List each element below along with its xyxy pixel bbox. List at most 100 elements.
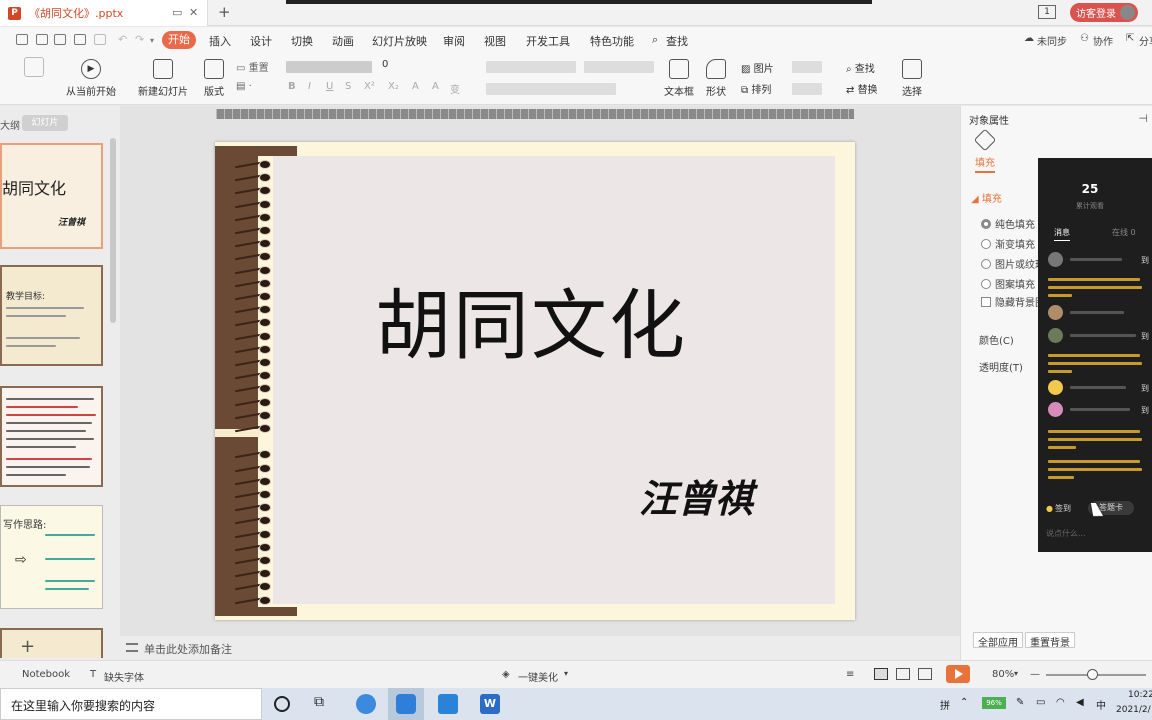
tray-up-icon[interactable]: ⌃ <box>960 697 968 708</box>
network-icon[interactable]: ▭ <box>1036 697 1045 708</box>
zoom-slider-handle[interactable] <box>1087 669 1098 680</box>
undo-icon[interactable]: ↶ <box>118 33 127 46</box>
task-view-icon[interactable]: ⧉ <box>314 694 334 714</box>
replace-button[interactable]: ⇄ 替换 <box>846 81 878 96</box>
slide-thumbnail-1[interactable]: 胡同文化 汪曾祺 <box>0 143 103 249</box>
apply-all-button[interactable]: 全部应用 <box>973 632 1023 649</box>
new-slide-button[interactable]: 新建幻灯片 <box>138 59 188 98</box>
zoom-level[interactable]: 80% <box>992 669 1014 680</box>
paragraph-align-group[interactable] <box>486 83 616 95</box>
strikethrough-icon[interactable]: S <box>345 81 351 92</box>
tab-slides[interactable]: 幻灯片 <box>22 115 68 131</box>
export-icon[interactable] <box>94 34 106 45</box>
guest-login-button[interactable]: 访客登录 <box>1070 3 1138 22</box>
redo-icon[interactable]: ↷ <box>135 33 144 46</box>
font-color-icon[interactable]: A <box>412 81 419 92</box>
notes-placeholder[interactable]: 单击此处添加备注 <box>144 641 232 657</box>
tab-features[interactable]: 特色功能 <box>590 33 634 49</box>
notebook-button[interactable]: Notebook <box>22 669 70 680</box>
reading-view-icon[interactable] <box>918 668 932 680</box>
chevron-down-icon[interactable]: ▾ <box>150 36 154 45</box>
tab-design[interactable]: 设计 <box>250 33 272 49</box>
taskbar-active-app[interactable] <box>388 688 424 720</box>
paste-button[interactable] <box>24 57 44 77</box>
font-family-select[interactable] <box>286 61 372 73</box>
tab-restore-icon[interactable]: ▭ <box>172 6 182 19</box>
outline-dropdown[interactable] <box>792 83 822 95</box>
tab-outline[interactable]: 大纲 <box>0 117 20 132</box>
clock-time[interactable]: 10:22 <box>1128 690 1152 700</box>
picture-button[interactable]: ▨ 图片 <box>741 60 774 75</box>
print-preview-icon[interactable] <box>74 34 86 45</box>
battery-indicator[interactable]: 96% <box>982 697 1006 709</box>
bold-icon[interactable]: B <box>288 81 296 92</box>
ime-indicator[interactable]: 拼 <box>940 697 950 712</box>
tab-close-icon[interactable]: ✕ <box>189 6 198 19</box>
underline-icon[interactable]: U <box>326 81 333 92</box>
gradient-fill-radio[interactable]: 渐变填充 <box>981 236 1035 251</box>
chevron-down-icon[interactable]: ▾ <box>564 669 568 678</box>
current-slide[interactable]: 胡同文化 汪曾祺 <box>215 142 855 620</box>
fill-bucket-icon[interactable] <box>973 128 997 152</box>
tab-online[interactable]: 在线 0 <box>1112 227 1136 238</box>
collaborate-button[interactable]: 协作 <box>1093 33 1113 48</box>
italic-icon[interactable]: I <box>308 81 311 92</box>
add-slide-icon[interactable]: + <box>20 636 35 657</box>
arrange-button[interactable]: ⧉ 排列 <box>741 81 771 96</box>
shape-button[interactable]: 形状 <box>706 59 726 98</box>
find-button[interactable]: ⌕ 查找 <box>846 60 875 75</box>
textbox-button[interactable]: 文本框 <box>664 59 694 98</box>
pen-icon[interactable]: ✎ <box>1016 697 1024 708</box>
pattern-fill-radio[interactable]: 图案填充 <box>981 276 1035 291</box>
cortana-icon[interactable] <box>274 696 290 712</box>
search-icon[interactable]: ⌕ <box>652 33 658 47</box>
tab-developer[interactable]: 开发工具 <box>526 33 570 49</box>
slideshow-play-button[interactable] <box>946 665 970 683</box>
highlight-icon[interactable]: A <box>432 81 439 92</box>
chevron-down-icon[interactable]: ▾ <box>1014 669 1018 678</box>
zoom-out-icon[interactable]: — <box>1030 669 1040 680</box>
slide-thumbnail-4[interactable]: 写作思路: ⇨ <box>0 505 103 609</box>
tab-home[interactable]: 开始 <box>162 31 196 49</box>
missing-font-button[interactable]: 缺失字体 <box>104 669 144 684</box>
solid-fill-radio[interactable]: 纯色填充 <box>981 216 1035 231</box>
slide-thumbnail-5[interactable] <box>0 628 103 658</box>
sync-status[interactable]: 未同步 <box>1037 33 1067 48</box>
clock-date[interactable]: 2021/2/ <box>1116 705 1151 715</box>
tab-review[interactable]: 审阅 <box>443 33 465 49</box>
pin-icon[interactable]: ⊣ <box>1138 112 1148 125</box>
sign-in-button[interactable]: ● 签到 <box>1046 503 1071 514</box>
select-button[interactable]: 选择 <box>902 59 922 98</box>
share-button[interactable]: 分享 <box>1139 33 1152 48</box>
superscript-icon[interactable]: X² <box>364 81 375 92</box>
new-tab-icon[interactable]: + <box>218 3 231 21</box>
ime-lang[interactable]: 中 <box>1096 697 1106 712</box>
slide-author[interactable]: 汪曾祺 <box>639 468 753 523</box>
tab-view[interactable]: 视图 <box>484 33 506 49</box>
subscript-icon[interactable]: X₂ <box>388 81 399 92</box>
slide-thumbnail-2[interactable]: 教学目标: <box>0 265 103 366</box>
calendar-app-icon[interactable] <box>438 694 458 714</box>
slide-thumbnail-3[interactable] <box>0 386 103 487</box>
indent-group[interactable] <box>584 61 654 73</box>
tab-transitions[interactable]: 切换 <box>291 33 313 49</box>
volume-icon[interactable]: ◀ <box>1076 697 1084 708</box>
reset-background-button[interactable]: 重置背景 <box>1025 632 1075 649</box>
font-size-select[interactable]: 0 <box>382 59 388 70</box>
word-app-icon[interactable]: W <box>480 694 500 714</box>
menu-search[interactable]: 查找 <box>666 33 688 49</box>
window-count-badge[interactable]: 1 <box>1038 5 1056 19</box>
normal-view-icon[interactable] <box>874 668 888 680</box>
tab-insert[interactable]: 插入 <box>209 33 231 49</box>
beautify-button[interactable]: 一键美化 <box>518 669 558 684</box>
list-format-group[interactable] <box>486 61 576 73</box>
layout-button[interactable]: 版式 <box>204 59 224 98</box>
tab-slideshow[interactable]: 幻灯片放映 <box>372 33 427 49</box>
fill-dropdown[interactable] <box>792 61 822 73</box>
document-tab[interactable]: P 《胡同文化》.pptx ▭ ✕ <box>0 0 208 26</box>
fill-section-header[interactable]: ◢ 填充 <box>971 190 1002 205</box>
chat-input[interactable]: 说点什么... <box>1046 528 1086 539</box>
format-painter-icon[interactable] <box>36 34 48 45</box>
tab-messages[interactable]: 消息 <box>1054 227 1070 241</box>
tab-animations[interactable]: 动画 <box>332 33 354 49</box>
